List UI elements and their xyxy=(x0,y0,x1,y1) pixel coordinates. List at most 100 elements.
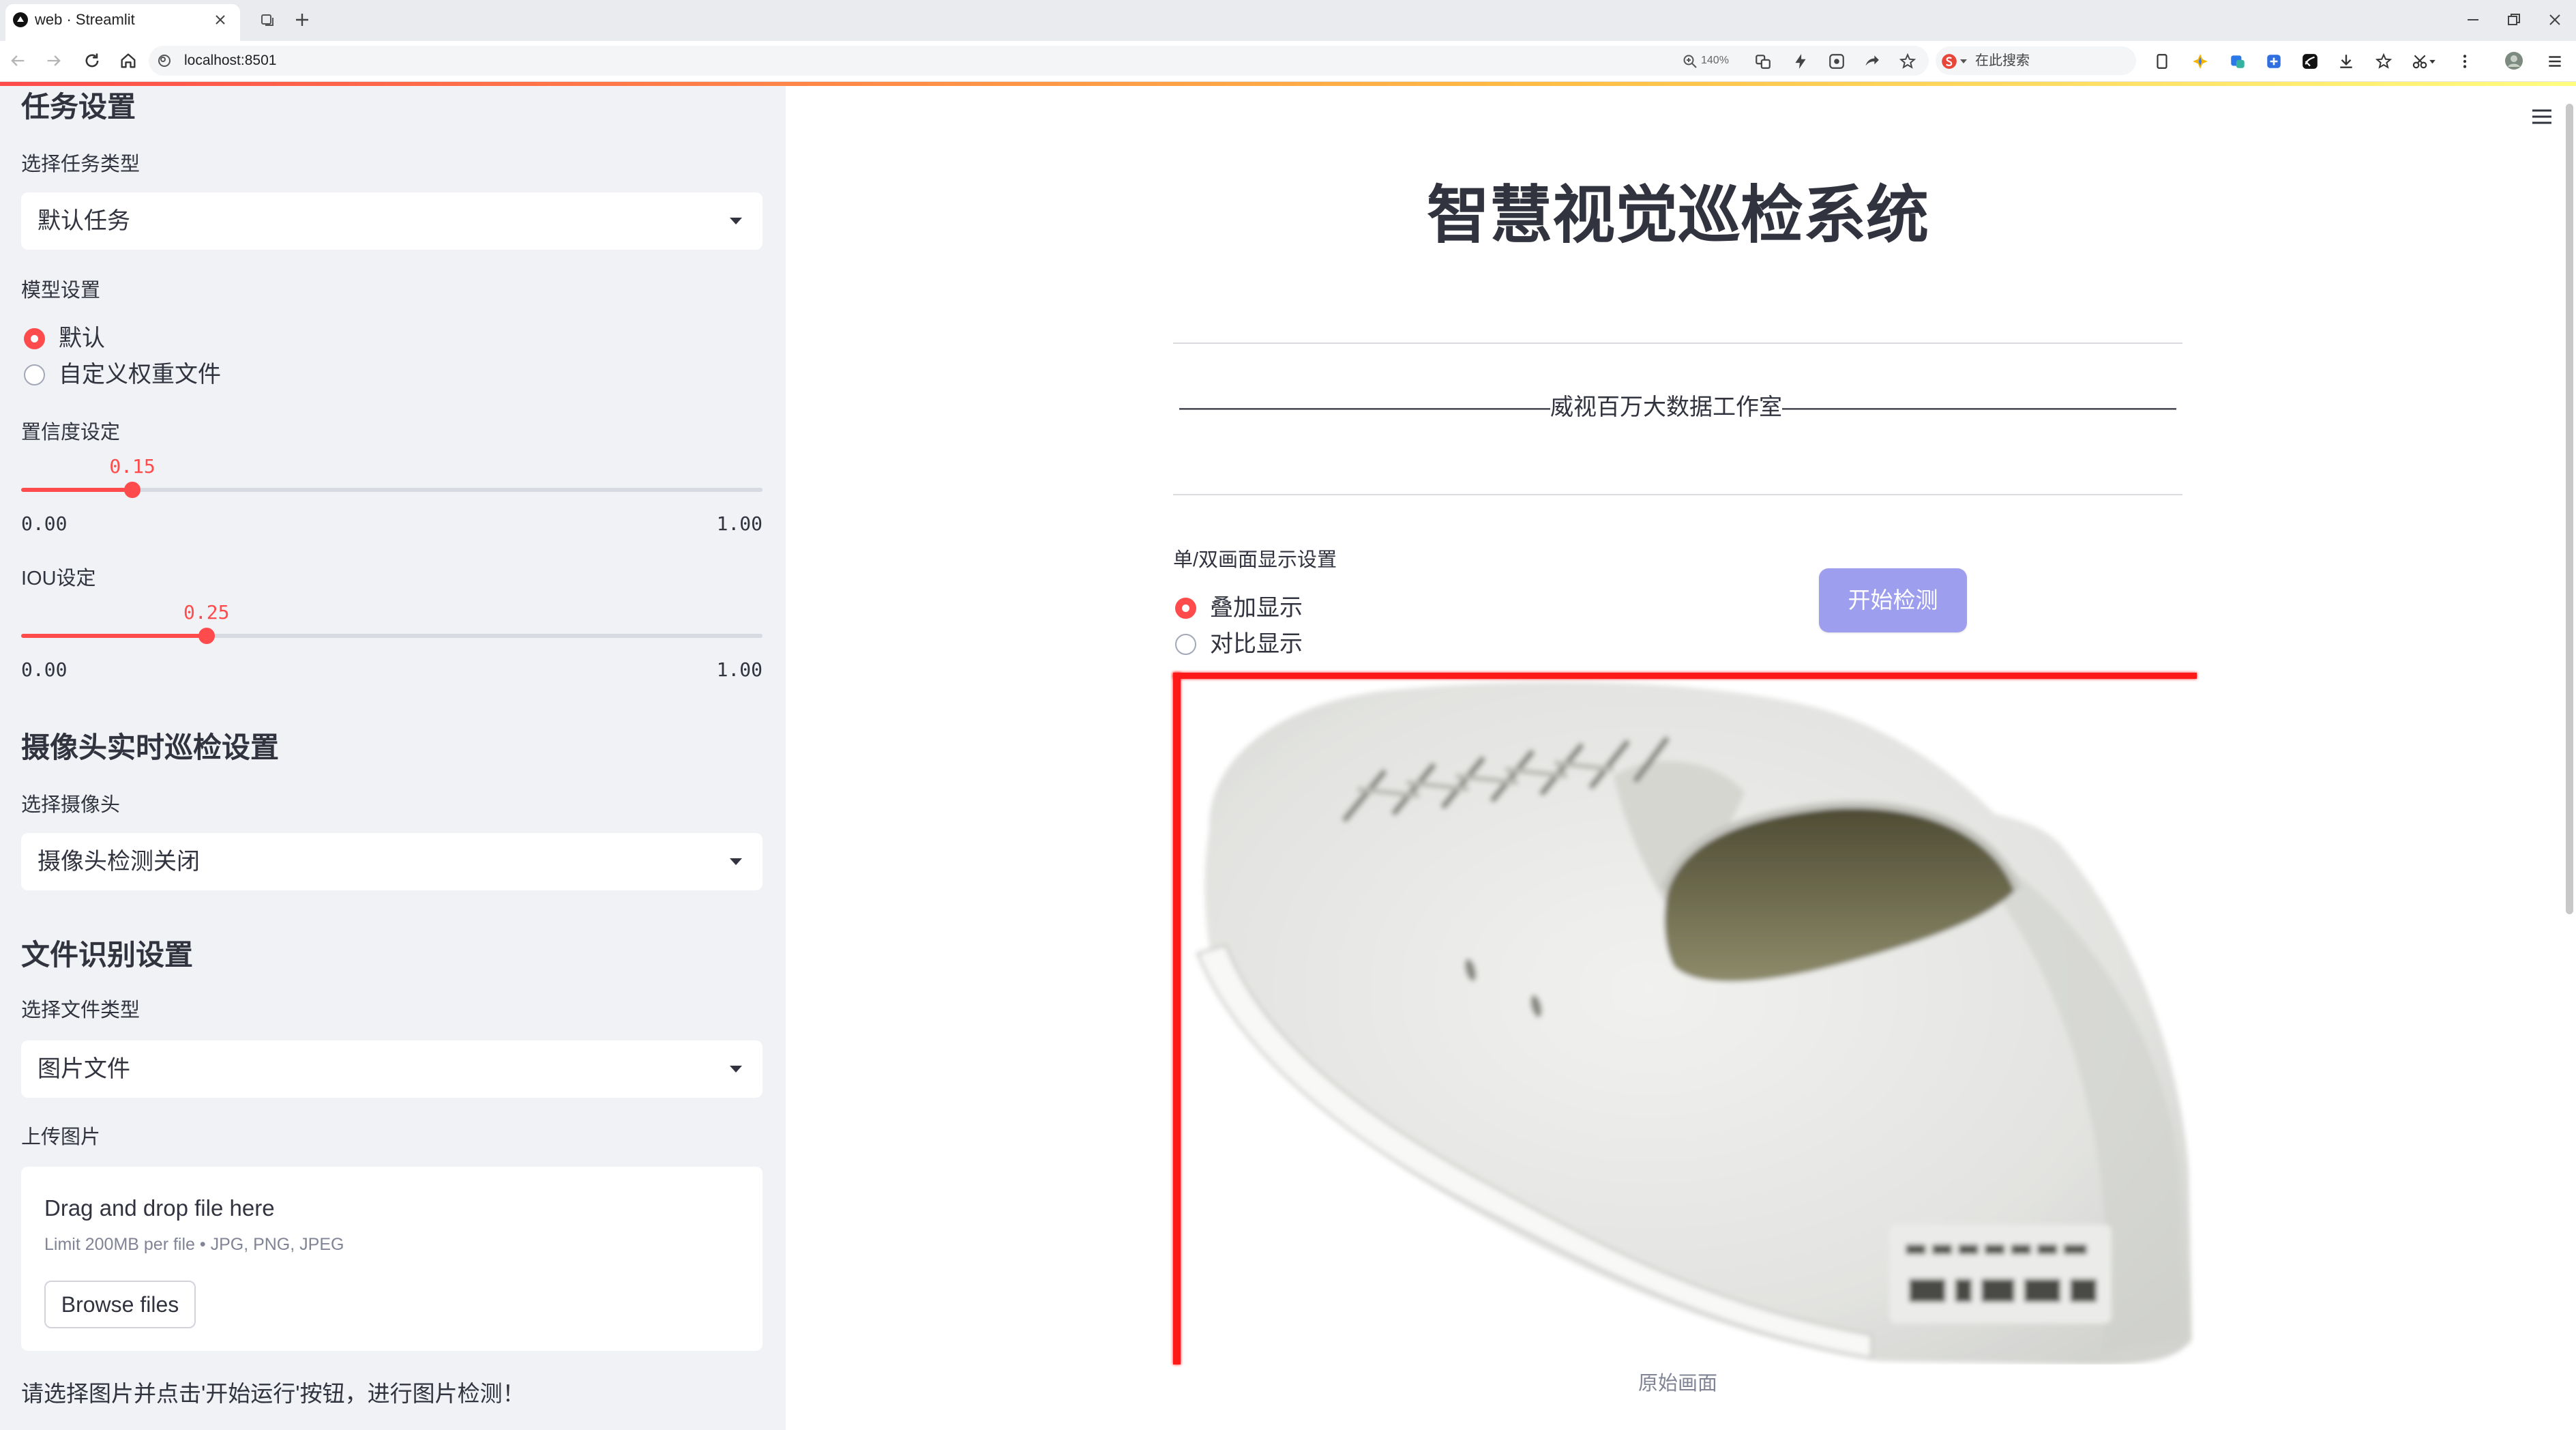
dropzone-instructions: Drag and drop file here xyxy=(44,1195,275,1221)
model-option-label: 自定义权重文件 xyxy=(59,362,221,388)
screenshot-icon[interactable] xyxy=(1828,53,1846,70)
display-option-compare[interactable]: 对比显示 xyxy=(1175,630,1303,658)
upload-hint: 请选择图片并点击'开始运行'按钮，进行图片检测！ xyxy=(21,1381,525,1406)
reader-icon[interactable] xyxy=(2153,53,2171,70)
streamlit-favicon-icon xyxy=(13,12,28,27)
upload-label: 上传图片 xyxy=(21,1126,101,1148)
file-type-select[interactable]: 图片文件 xyxy=(21,1040,763,1098)
tab-title: web · Streamlit xyxy=(35,11,135,28)
confidence-slider[interactable]: 0.15 0.00 1.00 xyxy=(21,450,763,539)
model-option-custom-weights[interactable]: 自定义权重文件 xyxy=(24,361,221,388)
browser-tab[interactable]: web · Streamlit xyxy=(5,4,240,41)
browser-menu-icon[interactable] xyxy=(2546,53,2564,70)
camera-value: 摄像头检测关闭 xyxy=(38,849,200,875)
forward-icon[interactable] xyxy=(44,51,63,70)
extension-icon[interactable] xyxy=(2229,53,2247,70)
avatar-icon[interactable] xyxy=(2504,51,2523,70)
display-option-label: 对比显示 xyxy=(1210,631,1303,657)
detection-box-edge xyxy=(1173,673,1181,1365)
hamburger-menu-icon[interactable] xyxy=(2530,108,2553,126)
file-type-label: 选择文件类型 xyxy=(21,999,140,1021)
lightning-icon[interactable] xyxy=(1792,53,1809,70)
download-icon[interactable] xyxy=(2337,53,2355,70)
extension-icon[interactable] xyxy=(2301,53,2319,70)
favorites-icon[interactable] xyxy=(2375,53,2393,70)
shoe xyxy=(1196,682,2192,1365)
slider-max-label: 1.00 xyxy=(716,658,763,681)
page-title: 智慧视觉巡检系统 xyxy=(1426,181,1929,250)
model-settings-label: 模型设置 xyxy=(21,280,101,302)
model-option-label: 默认 xyxy=(59,325,105,351)
studio-subtitle: ————————————————威视百万大数据工作室——————————————… xyxy=(1179,394,2176,420)
tab-group-icon[interactable] xyxy=(260,12,276,28)
slider-track-fill xyxy=(21,634,207,638)
main-scrollbar[interactable] xyxy=(2566,104,2573,914)
url-text[interactable]: localhost:8501 xyxy=(184,53,276,69)
slider-min-label: 0.00 xyxy=(21,658,68,681)
display-option-overlay[interactable]: 叠加显示 xyxy=(1175,594,1303,622)
translate-icon[interactable] xyxy=(1754,53,1772,70)
task-type-select[interactable]: 默认任务 xyxy=(21,192,763,250)
task-type-label: 选择任务类型 xyxy=(21,154,140,175)
slider-thumb[interactable] xyxy=(124,482,141,498)
chevron-down-icon[interactable] xyxy=(728,216,743,226)
tab-close-icon[interactable] xyxy=(213,12,228,27)
task-settings-heading: 任务设置 xyxy=(21,91,136,123)
start-detection-button[interactable]: 开始检测 xyxy=(1819,568,1967,632)
slider-track-fill xyxy=(21,488,133,492)
shoe-photo xyxy=(1196,682,2192,1365)
share-icon[interactable] xyxy=(1863,53,1880,70)
slider-min-label: 0.00 xyxy=(21,512,68,535)
window-close-icon[interactable] xyxy=(2546,11,2564,29)
zoom-icon[interactable] xyxy=(1682,53,1698,70)
search-engine-icon[interactable] xyxy=(1940,53,1958,70)
radio-button[interactable] xyxy=(24,327,45,349)
model-option-default[interactable]: 默认 xyxy=(24,325,105,352)
iou-label: IOU设定 xyxy=(21,568,96,589)
restore-icon[interactable] xyxy=(2505,11,2523,29)
browse-files-button[interactable]: Browse files xyxy=(44,1281,196,1328)
display-option-label: 叠加显示 xyxy=(1210,595,1303,621)
file-type-value: 图片文件 xyxy=(38,1056,130,1082)
radio-button[interactable] xyxy=(1175,597,1196,619)
camera-select[interactable]: 摄像头检测关闭 xyxy=(21,833,763,890)
camera-label: 选择摄像头 xyxy=(21,794,121,816)
url-field[interactable] xyxy=(149,46,1929,76)
confidence-value: 0.15 xyxy=(109,455,156,478)
star-icon[interactable] xyxy=(1899,53,1916,70)
search-placeholder[interactable]: 在此搜索 xyxy=(1975,53,2030,68)
radio-button[interactable] xyxy=(1175,633,1196,655)
chevron-down-icon[interactable] xyxy=(728,857,743,866)
iou-slider[interactable]: 0.25 0.00 1.00 xyxy=(21,596,763,685)
caret-down-icon[interactable] xyxy=(1959,57,1968,65)
slider-thumb[interactable] xyxy=(198,628,215,644)
more-icon[interactable] xyxy=(2456,53,2474,70)
new-tab-icon[interactable] xyxy=(293,11,311,29)
file-settings-heading: 文件识别设置 xyxy=(21,939,194,971)
task-type-value: 默认任务 xyxy=(38,208,130,234)
browser-tab-bar xyxy=(0,0,2576,41)
file-dropzone[interactable]: Drag and drop file here Limit 200MB per … xyxy=(21,1167,763,1351)
slider-max-label: 1.00 xyxy=(716,512,763,535)
zoom-level[interactable]: 140% xyxy=(1701,54,1729,68)
cut-icon[interactable] xyxy=(2412,53,2436,70)
detection-box-edge xyxy=(1173,673,2197,679)
home-icon[interactable] xyxy=(119,51,138,70)
divider xyxy=(1173,342,2182,344)
extension-icon[interactable] xyxy=(2265,53,2283,70)
radio-button[interactable] xyxy=(24,364,45,385)
reload-icon[interactable] xyxy=(83,51,102,70)
back-icon[interactable] xyxy=(8,51,27,70)
detection-image xyxy=(1173,674,2197,1365)
dropzone-limit-text: Limit 200MB per file • JPG, PNG, JPEG xyxy=(44,1235,344,1254)
extension-icon[interactable] xyxy=(2191,53,2209,70)
display-mode-label: 单/双画面显示设置 xyxy=(1173,549,1337,571)
shoe-heel-label xyxy=(1889,1225,2112,1324)
chevron-down-icon[interactable] xyxy=(728,1064,743,1074)
site-info-icon[interactable] xyxy=(157,53,172,68)
image-caption: 原始画面 xyxy=(1638,1373,1717,1395)
divider xyxy=(1173,494,2182,495)
minimize-icon[interactable] xyxy=(2464,11,2482,29)
camera-settings-heading: 摄像头实时巡检设置 xyxy=(21,731,280,763)
confidence-label: 置信度设定 xyxy=(21,422,121,443)
